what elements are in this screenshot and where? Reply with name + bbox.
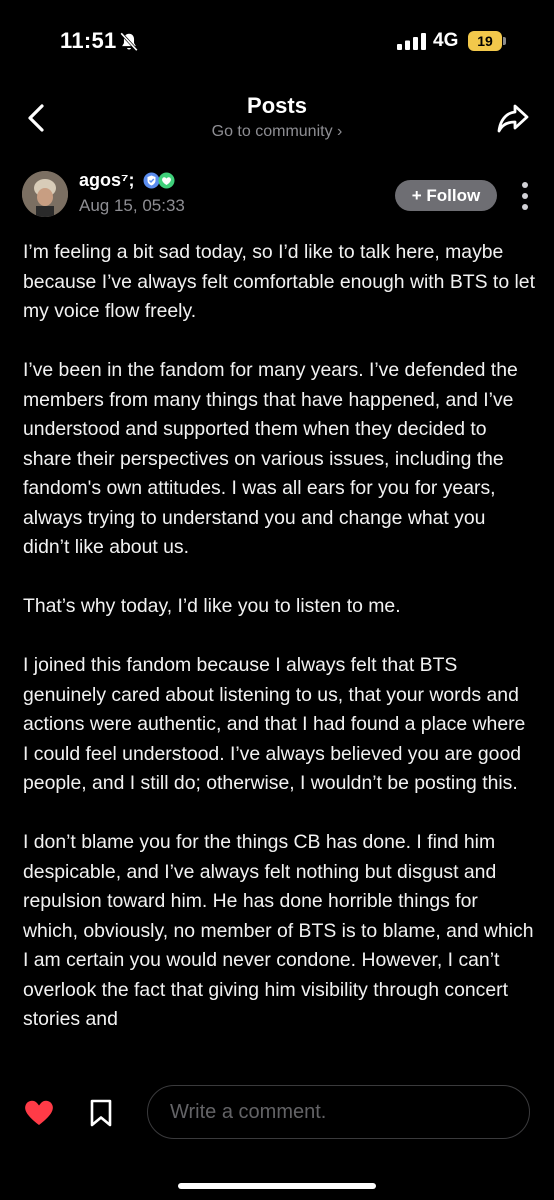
more-options-icon[interactable] xyxy=(520,181,530,211)
signal-icon xyxy=(397,33,426,50)
battery-level: 19 xyxy=(477,33,493,49)
battery-tip xyxy=(503,37,506,45)
avatar[interactable] xyxy=(22,171,68,217)
post-paragraph: That’s why today, I’d like you to listen… xyxy=(23,595,401,617)
post-paragraph: I’m feeling a bit sad today, so I’d like… xyxy=(23,241,535,322)
page-title: Posts xyxy=(247,93,307,118)
share-icon[interactable] xyxy=(496,102,530,134)
home-indicator xyxy=(178,1183,376,1189)
author-name[interactable]: agos⁷; xyxy=(79,170,134,191)
go-to-community-link[interactable]: Go to community › xyxy=(0,123,554,141)
network-label: 4G xyxy=(433,30,459,51)
post-body: I’m feeling a bit sad today, so I’d like… xyxy=(23,238,535,1074)
status-time: 11:51 xyxy=(60,28,117,53)
heart-icon[interactable] xyxy=(23,1097,55,1127)
post-date: Aug 15, 05:33 xyxy=(79,196,185,215)
heart-badge-icon xyxy=(158,172,175,189)
avatar-image xyxy=(22,171,68,217)
battery-icon: 19 xyxy=(468,31,502,51)
bell-slash-icon xyxy=(120,32,138,52)
status-bar: 11:51 4G 19 xyxy=(0,0,554,84)
post-paragraph: I’ve been in the fandom for many years. … xyxy=(23,359,518,558)
post-paragraph: I joined this fandom because I always fe… xyxy=(23,654,526,794)
bookmark-icon[interactable] xyxy=(89,1099,113,1127)
follow-button[interactable]: + Follow xyxy=(395,180,497,211)
comment-input[interactable] xyxy=(147,1085,530,1139)
post-paragraph: I don’t blame you for the things CB has … xyxy=(23,831,534,1030)
